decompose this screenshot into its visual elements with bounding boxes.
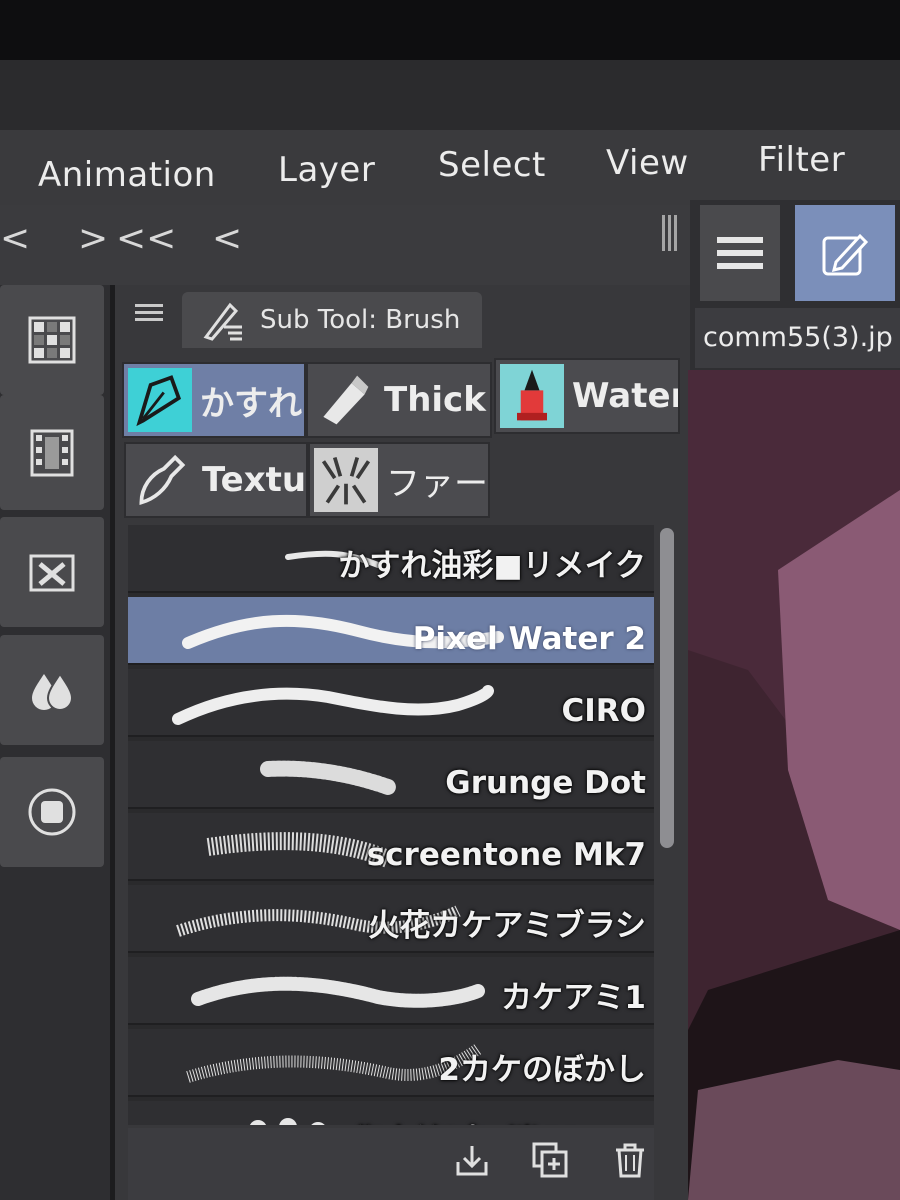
- panel-menu-icon[interactable]: [135, 300, 163, 324]
- color-mixing-button[interactable]: [0, 635, 104, 745]
- edit-pen-icon: [822, 233, 869, 276]
- menu-select[interactable]: Select: [438, 145, 546, 185]
- panel-grip-handle[interactable]: [662, 215, 678, 251]
- sub-tool-tab-label: Sub Tool: Brush: [260, 305, 461, 335]
- film-strip-icon: [30, 429, 74, 476]
- title-bar: [0, 60, 900, 130]
- monitor-bezel: [0, 0, 900, 60]
- trash-icon[interactable]: [610, 1140, 650, 1180]
- brush-list-scrollbar[interactable]: [660, 528, 674, 848]
- group-tab-label: かすれ: [200, 383, 302, 424]
- paint-tube-icon: [312, 368, 376, 432]
- double-chevron-left-icon[interactable]: <<: [116, 218, 176, 259]
- group-tab-fur[interactable]: ファー©: [308, 442, 490, 518]
- expand-right-icon[interactable]: >: [78, 218, 108, 259]
- menu-animation[interactable]: Animation: [38, 155, 216, 195]
- brush-stroke-preview: [172, 685, 494, 725]
- color-grid-icon: [28, 316, 76, 364]
- brush-item[interactable]: CIRO: [128, 669, 654, 737]
- brush-item[interactable]: 火花カケアミブラシ: [128, 885, 654, 953]
- group-tab-thick[interactable]: Thick: [306, 362, 492, 438]
- artwork-canvas[interactable]: [688, 370, 900, 1200]
- brush-item[interactable]: screentone Mk7: [128, 813, 654, 881]
- group-tab-kasure[interactable]: かすれ: [122, 362, 306, 438]
- brush-item[interactable]: 集中線ぽい消60mm: [128, 1101, 654, 1125]
- duplicate-icon[interactable]: [530, 1140, 570, 1180]
- left-dock: [0, 285, 110, 1200]
- animation-timeline-button[interactable]: [0, 395, 104, 510]
- group-tab-texture[interactable]: Textu: [124, 442, 308, 518]
- folder-x-icon: [29, 554, 75, 592]
- fur-texture-icon: [314, 448, 378, 512]
- panel-bottom-bar: [128, 1128, 654, 1200]
- collapse-left-icon[interactable]: <: [0, 218, 30, 259]
- import-icon[interactable]: [452, 1140, 492, 1180]
- brush-list: かすれ油彩■リメイク Pixel Water 2 CIRO Grunge Dot…: [128, 525, 654, 1125]
- material-button[interactable]: [0, 517, 104, 627]
- brush-tab-icon: [203, 302, 242, 341]
- brush-item[interactable]: かすれ油彩■リメイク: [128, 525, 654, 593]
- group-tab-label: ファー©: [386, 463, 488, 504]
- canvas-artwork: [688, 370, 900, 1200]
- file-tab[interactable]: comm55(3).jp: [695, 308, 900, 368]
- hamburger-icon: [717, 237, 763, 269]
- pen-nib-icon: [128, 368, 192, 432]
- edit-canvas-button[interactable]: [795, 205, 895, 301]
- marker-icon: [500, 364, 564, 428]
- brush-item[interactable]: Grunge Dot: [128, 741, 654, 809]
- group-tab-water[interactable]: Water: [494, 358, 680, 434]
- feather-brush-icon: [130, 448, 194, 512]
- brush-item[interactable]: 2カケのぼかし: [128, 1029, 654, 1097]
- circle-square-icon: [28, 788, 76, 836]
- layer-property-button[interactable]: [0, 757, 104, 867]
- main-menu-button[interactable]: [700, 205, 780, 301]
- menu-filter[interactable]: Filter: [758, 140, 845, 180]
- group-tab-label: Water: [572, 376, 680, 416]
- menu-layer[interactable]: Layer: [278, 150, 375, 190]
- color-set-button[interactable]: [0, 285, 104, 395]
- group-tab-label: Thick: [384, 380, 486, 420]
- menu-view[interactable]: View: [606, 143, 689, 183]
- brush-item[interactable]: Pixel Water 2: [128, 597, 654, 665]
- chevron-left-icon[interactable]: <: [212, 218, 242, 259]
- group-tab-label: Textu: [202, 460, 307, 500]
- brush-item[interactable]: カケアミ1: [128, 957, 654, 1025]
- water-drops-icon: [32, 672, 74, 711]
- sub-tool-tab[interactable]: Sub Tool: Brush: [182, 292, 482, 348]
